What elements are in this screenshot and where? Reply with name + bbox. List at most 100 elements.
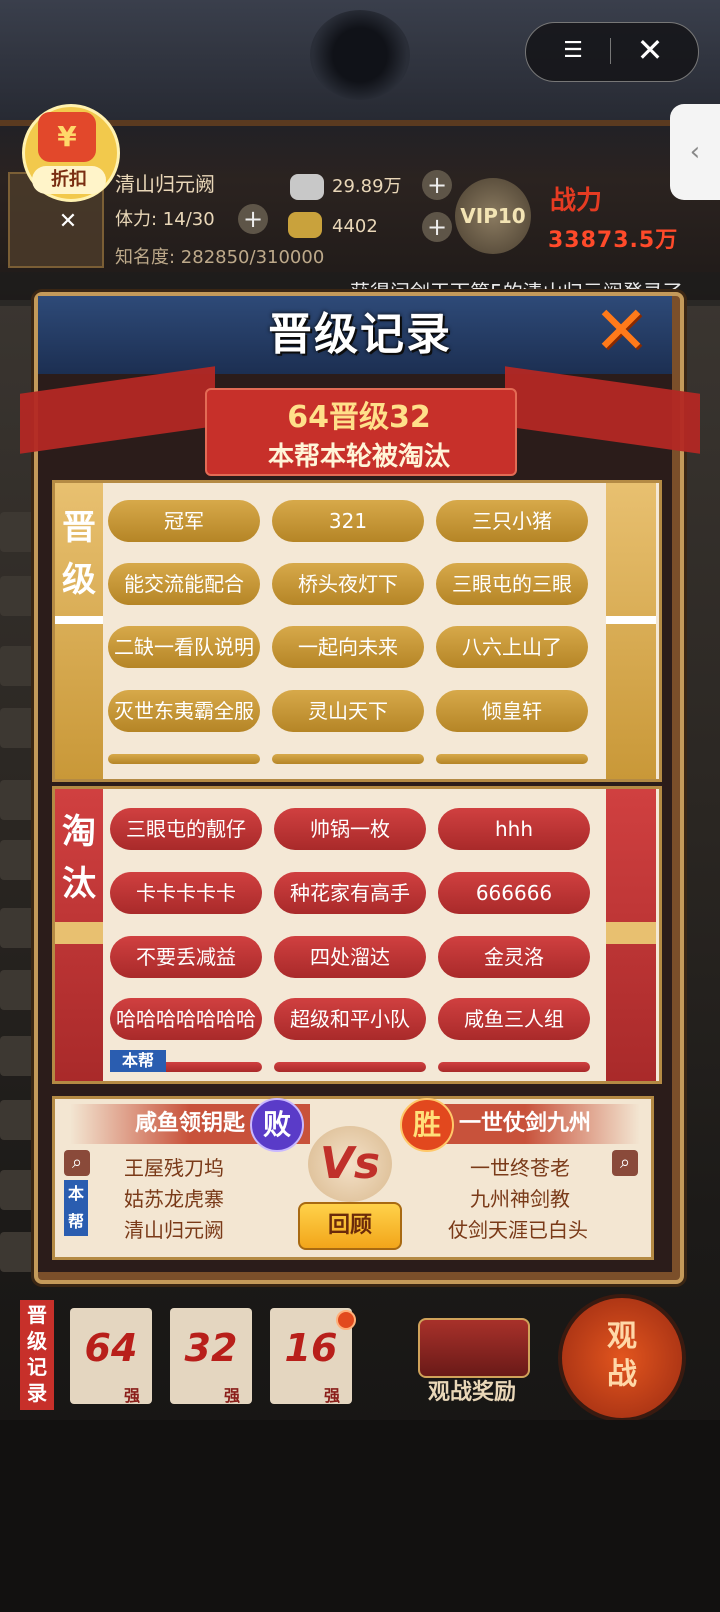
right-member: 一世终苍老: [470, 1156, 570, 1180]
silver-value: 29.89万: [332, 176, 402, 197]
eliminated-team[interactable]: 四处溜达: [274, 936, 426, 978]
roof-ornament: [310, 10, 410, 100]
capsule-divider: [610, 38, 611, 64]
advanced-team-partial: [108, 754, 260, 764]
own-guild-tag: 本帮: [64, 1180, 88, 1236]
side-collapse-tab[interactable]: ‹: [670, 104, 720, 200]
divider: [606, 922, 656, 944]
eliminated-label-1: 淘: [62, 812, 96, 852]
floor-background: [0, 1420, 720, 1612]
eliminated-label-2: 汰: [62, 864, 96, 904]
advanced-right-panel: [606, 483, 656, 779]
divider: [55, 922, 103, 944]
advanced-team[interactable]: 倾皇轩: [436, 690, 588, 732]
round-unit: 强: [124, 1386, 141, 1405]
right-member: 九州神剑教: [470, 1187, 570, 1211]
eliminated-team-partial: [274, 1062, 426, 1072]
discount-label: 折扣: [32, 166, 106, 194]
own-guild-badge: 本帮: [110, 1050, 166, 1072]
power-value: 33873.5万: [548, 228, 679, 253]
bg-decor: [0, 512, 36, 552]
vs-emblem: Vs: [308, 1126, 392, 1202]
reward-chest-icon[interactable]: [418, 1318, 530, 1378]
bg-decor: [0, 576, 36, 616]
left-member: 清山归元阙: [124, 1218, 224, 1242]
add-stamina-button[interactable]: +: [238, 204, 268, 234]
notification-dot: [336, 1310, 356, 1330]
eliminated-team[interactable]: 卡卡卡卡卡: [110, 872, 262, 914]
advanced-label-1: 晋: [62, 508, 96, 548]
eliminated-team[interactable]: 哈哈哈哈哈哈哈: [110, 998, 262, 1040]
close-icon[interactable]: ✕: [630, 30, 670, 70]
bg-decor: [0, 1232, 36, 1272]
bg-decor: [0, 708, 36, 748]
advanced-team-partial: [272, 754, 424, 764]
bg-decor: [0, 1170, 36, 1210]
bg-decor: [0, 1036, 36, 1076]
round-number: 16: [284, 1326, 338, 1370]
search-icon[interactable]: ⌕: [612, 1150, 638, 1176]
advanced-team[interactable]: 灭世东夷霸全服: [108, 690, 260, 732]
bg-decor: [0, 780, 36, 820]
eliminated-team[interactable]: 不要丢减益: [110, 936, 262, 978]
divider: [606, 616, 656, 624]
eliminated-team[interactable]: 三眼屯的靓仔: [110, 808, 262, 850]
eliminated-team[interactable]: 种花家有高手: [274, 872, 426, 914]
vip-badge[interactable]: VIP10: [455, 178, 531, 254]
advanced-team-partial: [436, 754, 588, 764]
eliminated-team[interactable]: 金灵洛: [438, 936, 590, 978]
gold-value: 4402: [332, 216, 378, 237]
advanced-team[interactable]: 三只小猪: [436, 500, 588, 542]
eliminated-team[interactable]: 帅锅一枚: [274, 808, 426, 850]
eliminated-team[interactable]: hhh: [438, 808, 590, 850]
progress-record-label[interactable]: 晋级记录: [20, 1300, 54, 1410]
bg-decor: [0, 1100, 36, 1140]
reward-label: 观战奖励: [427, 1380, 516, 1405]
silver-icon: [290, 174, 324, 200]
watch-battle-button[interactable]: 观战: [558, 1294, 686, 1422]
bg-decor: [0, 908, 36, 948]
gold-icon: [288, 212, 322, 238]
menu-icon[interactable]: ☰: [555, 38, 591, 64]
eliminated-team-partial: [438, 1062, 590, 1072]
search-icon[interactable]: ⌕: [64, 1150, 90, 1176]
advanced-team[interactable]: 灵山天下: [272, 690, 424, 732]
red-envelope-icon: ¥: [38, 112, 96, 162]
review-button[interactable]: 回顾: [298, 1202, 402, 1250]
advanced-team[interactable]: 能交流能配合: [108, 563, 260, 605]
round-title: 64晋级32: [287, 400, 431, 435]
advanced-team[interactable]: 一起向未来: [272, 626, 424, 668]
round-result: 本帮本轮被淘汰: [267, 442, 450, 472]
add-silver-button[interactable]: +: [422, 170, 452, 200]
advanced-team[interactable]: 冠军: [108, 500, 260, 542]
add-gold-button[interactable]: +: [422, 212, 452, 242]
advanced-team[interactable]: 桥头夜灯下: [272, 563, 424, 605]
stamina-text: 体力: 14/30: [115, 209, 215, 230]
divider: [55, 616, 103, 624]
bg-decor: [0, 970, 36, 1010]
modal-title: 晋级记录: [268, 309, 452, 360]
eliminated-team[interactable]: 咸鱼三人组: [438, 998, 590, 1040]
round-number: 64: [84, 1326, 138, 1370]
advanced-team[interactable]: 三眼屯的三眼: [436, 563, 588, 605]
right-member: 仗剑天涯已白头: [448, 1218, 588, 1242]
bg-decor: [0, 646, 36, 686]
round-number: 32: [184, 1326, 238, 1370]
advanced-label-2: 级: [62, 560, 96, 600]
player-name: 清山归元阙: [115, 172, 215, 196]
advanced-team[interactable]: 八六上山了: [436, 626, 588, 668]
advanced-team[interactable]: 二缺一看队说明: [108, 626, 260, 668]
eliminated-team[interactable]: 666666: [438, 872, 590, 914]
modal-close-button[interactable]: ✕: [586, 298, 656, 364]
dismiss-discount-icon[interactable]: ✕: [56, 210, 80, 234]
round-unit: 强: [224, 1386, 241, 1405]
lose-badge: 败: [250, 1098, 304, 1152]
round-unit: 强: [324, 1386, 341, 1405]
left-member: 王屋残刀坞: [124, 1156, 224, 1180]
bg-decor: [0, 840, 36, 880]
left-member: 姑苏龙虎寨: [124, 1187, 224, 1211]
mini-program-capsule: [525, 22, 699, 82]
win-badge: 胜: [400, 1098, 454, 1152]
eliminated-team[interactable]: 超级和平小队: [274, 998, 426, 1040]
advanced-team[interactable]: 321: [272, 500, 424, 542]
